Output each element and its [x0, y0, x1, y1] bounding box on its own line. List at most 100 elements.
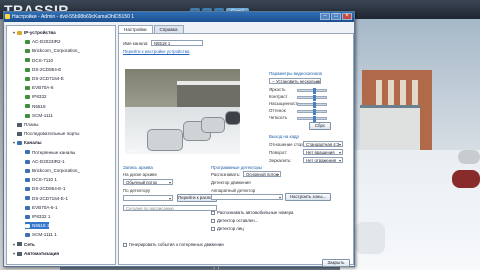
tree-item-label: DS-2CD7164-E [32, 76, 64, 81]
tree-item[interactable]: IP8332 1 [25, 213, 50, 220]
tree-item[interactable]: AC-D2023IR2 [25, 38, 61, 45]
recognize-label: Распознавать: [211, 172, 241, 177]
camera-icon [25, 85, 30, 90]
tree-item[interactable]: N5518 [25, 103, 46, 110]
hw-detector-select[interactable] [211, 194, 283, 200]
folder-icon [17, 30, 22, 35]
tree-item[interactable]: DCS-7110 [25, 57, 53, 64]
tree-item-label: SCM-1111 1 [32, 232, 57, 238]
tree-item[interactable]: SCM-1111 [25, 112, 53, 119]
folder-icon [17, 131, 22, 136]
folder-icon [17, 242, 22, 247]
channel-icon [25, 150, 30, 155]
sharpness-slider[interactable] [297, 116, 327, 122]
brightness-slider[interactable] [297, 88, 327, 94]
tree-section[interactable]: ▾ IP-устройства [13, 29, 56, 36]
detectors-header: Программные детекторы [211, 165, 263, 170]
tree-item[interactable]: DS-2CD7164-E [25, 75, 64, 82]
tree-item-label: EVB70A-6-1 [32, 204, 58, 210]
plate-recognition-checkbox[interactable]: Распознавать автомобильные номера [211, 210, 293, 215]
setup-zones-button[interactable]: Настроить зоны... [285, 193, 331, 201]
tree-item[interactable]: DS-2CD854-E-1 [25, 185, 65, 192]
rotation-select[interactable]: Нет вращения [303, 149, 343, 155]
video-params-header: Параметры видеосигнала [269, 71, 322, 76]
settings-dialog: Настройки - Admin - dvd-55b98b69cKamaOhI… [3, 11, 355, 267]
lost-motion-events-checkbox[interactable]: Генерировать события о потерянных движен… [123, 242, 224, 247]
tree-item-label: AC-D2023IR2 [32, 39, 61, 45]
tree-item-label: EVB70A-6 [32, 85, 54, 91]
camera-view-car [458, 150, 480, 164]
video-preset-select[interactable]: -- Установить несколько -- [269, 78, 321, 84]
close-window-button[interactable]: × [342, 13, 352, 20]
device-settings-link[interactable]: Перейти к настройке устройства [123, 49, 189, 54]
archive-detector-label: По детектору [123, 188, 151, 193]
channel-icon [25, 223, 30, 228]
face-detector-label: Детектор лиц [217, 226, 244, 231]
archive-mode-select[interactable]: Обычный поток [123, 179, 173, 185]
saturation-label: Насыщенность [269, 101, 300, 106]
camera-view-car [355, 222, 385, 254]
camera-icon [25, 58, 30, 63]
preview-car [147, 129, 183, 151]
camera-icon [25, 49, 30, 54]
tree-item-label: DS-2CD854-E [32, 66, 62, 72]
archive-detector-select[interactable] [123, 195, 173, 201]
tree-section[interactable]: ▾ Автоматизация [13, 250, 59, 257]
camera-icon [25, 76, 30, 81]
tree-section[interactable]: ▾ Каналы [13, 139, 42, 146]
tree-item-label: DCS-7110 [32, 57, 54, 63]
tree-item-label: Последовательные порты [24, 131, 80, 137]
mirror-label: Зеркалить: [269, 158, 292, 163]
tree-item[interactable]: SCM-1111 1 [25, 231, 57, 238]
tree-item[interactable]: DS-2CD7164-E-1 [25, 195, 68, 202]
channel-icon [25, 159, 30, 164]
tree-item[interactable]: AC-D2023IR2-1 [25, 158, 65, 165]
sharpness-label: Четкость [269, 115, 288, 120]
tree-item[interactable]: Brickcom_Corporation_ [25, 47, 80, 54]
hue-slider[interactable] [297, 109, 327, 115]
tree-item[interactable]: Планы [17, 121, 38, 128]
channel-name-input[interactable]: N5518 1 [151, 40, 203, 46]
rotation-label: Поворот: [269, 150, 288, 155]
tree-item[interactable]: EVB70A-6-1 [25, 204, 58, 211]
tree-item[interactable]: EVB70A-6 [25, 84, 53, 91]
tree-item-label: Каналы [24, 140, 42, 146]
minimize-button[interactable]: – [320, 13, 330, 20]
face-detector-checkbox[interactable]: Детектор лиц [211, 226, 244, 231]
preview-car [201, 117, 225, 133]
settings-panel: Настройки Справка Имя канала: N5518 1 Пе… [118, 25, 354, 265]
left-object-label: Детектор оставлен... [217, 218, 259, 223]
channel-icon [25, 233, 30, 238]
preview-timestamp: 09:37:14 [128, 148, 144, 153]
tree-item[interactable]: DCS-7110 1 [25, 176, 57, 183]
close-dialog-button[interactable]: Закрыть [322, 259, 350, 267]
tree-item[interactable]: Потерянные каналы [25, 149, 75, 156]
brightness-label: Яркость [269, 87, 286, 92]
tree-item-label: IP-устройства [24, 30, 56, 35]
tree-item[interactable]: N5518 1 [25, 222, 50, 230]
saturation-slider[interactable] [297, 102, 327, 108]
tab-settings[interactable]: Настройки [118, 25, 153, 33]
left-object-checkbox[interactable]: Детектор оставлен... [211, 218, 258, 223]
channel-icon [25, 177, 30, 182]
tree-item[interactable]: DS-2CD854-E [25, 66, 61, 73]
recognize-select[interactable]: Основной поток [243, 171, 281, 177]
channel-icon [25, 196, 30, 201]
aspect-select[interactable]: Стандартная 4:3 [303, 141, 343, 147]
tree-item-label: Сеть [24, 241, 35, 247]
tree-item[interactable]: Brickcom_Corporation_ [25, 167, 80, 174]
tab-help[interactable]: Справка [153, 25, 184, 33]
mirror-select[interactable]: Нет отражения [303, 157, 343, 163]
contrast-slider[interactable] [297, 95, 327, 101]
tree-section[interactable]: ▾ Сеть [13, 241, 35, 248]
tree-item[interactable]: IP8332 [25, 93, 47, 100]
settings-pane: Имя канала: N5518 1 Перейти к настройке … [118, 33, 354, 265]
tree-item-label: DCS-7110 1 [32, 177, 57, 183]
hue-label: Оттенок [269, 108, 286, 113]
reset-button[interactable]: Сбрс [309, 122, 331, 130]
camera-icon [25, 104, 30, 109]
tree-item[interactable]: Последовательные порты [17, 130, 79, 137]
channel-icon [25, 214, 30, 219]
maximize-button[interactable]: □ [331, 13, 341, 20]
preview-garage [177, 81, 240, 109]
